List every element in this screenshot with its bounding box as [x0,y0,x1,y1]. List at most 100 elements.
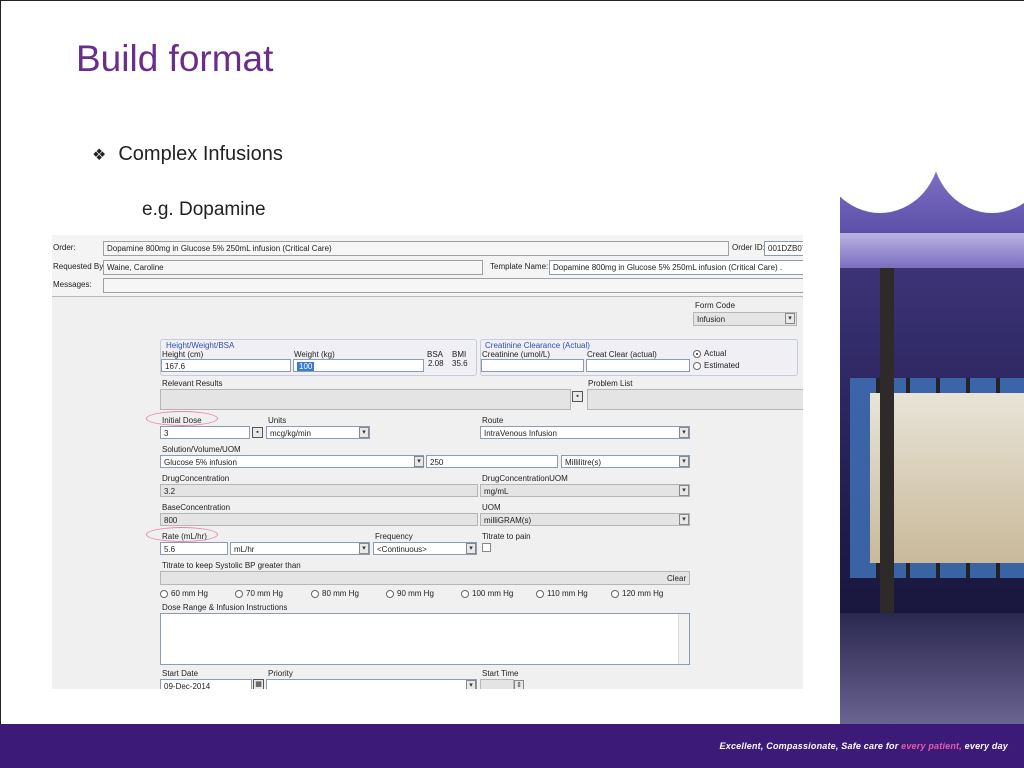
order-form-screenshot: Order: Dopamine 800mg in Glucose 5% 250m… [52,235,803,689]
footer-tagline: Excellent, Compassionate, Safe care for … [719,741,1008,751]
chevron-down-icon[interactable]: ▾ [785,313,795,324]
route-select[interactable]: IntraVenous Infusion [480,426,690,439]
messages-field[interactable] [103,278,803,293]
start-time-label: Start Time [482,669,519,678]
route-label: Route [482,416,504,425]
bmi-label: BMI [452,350,467,359]
units-label: Units [268,416,287,425]
requested-by-label: Requested By: [53,262,106,271]
chevron-down-icon[interactable]: ▾ [359,543,369,554]
priority-select[interactable] [266,679,477,689]
bp-option-radio[interactable]: 80 mm Hg [311,589,359,598]
height-label: Height (cm) [162,350,204,359]
frequency-select[interactable]: <Continuous> [373,542,477,555]
template-name-label: Template Name: [490,262,549,271]
chevron-down-icon[interactable]: ▾ [466,680,476,689]
start-date-input[interactable]: 09-Dec-2014 [160,679,252,689]
height-input[interactable]: 167.6 [161,359,291,372]
rate-unit-select[interactable]: mL/hr [230,542,370,555]
chevron-down-icon[interactable]: ▾ [359,427,369,438]
creatinine-label: Creatinine (umol/L) [482,350,551,359]
titrate-pain-checkbox[interactable] [482,543,491,552]
slide-title: Build format [76,38,274,79]
bsa-label: BSA [427,350,444,359]
bp-option-radio[interactable]: 90 mm Hg [386,589,434,598]
bp-option-radio[interactable]: 70 mm Hg [235,589,283,598]
highlight-circle-initial-dose [146,411,218,426]
drug-concentration-label: DrugConcentration [162,474,230,483]
lookup-icon[interactable]: ▪ [572,391,583,402]
start-time-input[interactable] [480,679,514,689]
volume-uom-select[interactable]: Millilitre(s) [561,455,690,468]
weight-input[interactable]: 100 [293,359,424,372]
priority-label: Priority [268,669,293,678]
volume-input[interactable]: 250 [426,455,558,468]
dose-range-textarea[interactable] [160,613,690,665]
weight-label: Weight (kg) [294,350,335,359]
titrate-pain-label: Titrate to pain [482,532,531,541]
actual-radio[interactable]: Actual [693,349,726,358]
order-id-field[interactable]: 001DZB07 [764,241,803,256]
frequency-label: Frequency [375,532,413,541]
bullet-item: ❖ Complex Infusions [92,143,283,166]
clear-button[interactable]: Clear [667,574,686,583]
highlight-circle-rate [146,527,218,542]
footer-bar: Excellent, Compassionate, Safe care for … [0,724,1024,768]
bp-option-radio[interactable]: 100 mm Hg [461,589,513,598]
creat-clear-label: Creat Clear (actual) [587,350,657,359]
problem-list-field[interactable] [587,389,803,410]
calendar-icon[interactable]: ▦ [253,679,264,689]
chevron-down-icon[interactable]: ▾ [466,543,476,554]
diamond-bullet-icon: ❖ [92,146,107,164]
solution-select[interactable]: Glucose 5% infusion [160,455,424,468]
solution-label: Solution/Volume/UOM [162,445,241,454]
drug-concentration-uom-field: mg/mL [480,484,690,497]
dose-range-label: Dose Range & Infusion Instructions [162,603,288,612]
bsa-value: 2.08 [428,359,444,368]
chevron-down-icon: ▾ [679,514,689,525]
messages-label: Messages: [53,280,92,289]
estimated-radio[interactable]: Estimated [693,361,740,370]
order-field[interactable]: Dopamine 800mg in Glucose 5% 250mL infus… [103,241,729,256]
titrate-bp-field [160,571,690,585]
drug-concentration-field: 3.2 [160,484,478,497]
requested-by-field[interactable]: Waine, Caroline [103,260,483,275]
order-header: Order: Dopamine 800mg in Glucose 5% 250m… [52,235,803,297]
time-spinner-icon[interactable]: ⇕ [514,680,524,689]
form-code-select[interactable]: Infusion [693,312,797,326]
cc-title: Creatinine Clearance (Actual) [485,341,590,350]
dose-lookup-icon[interactable]: ▪ [252,427,263,438]
base-concentration-label: BaseConcentration [162,503,231,512]
chevron-down-icon[interactable]: ▾ [414,456,424,467]
bp-option-radio[interactable]: 120 mm Hg [611,589,663,598]
textarea-scrollbar[interactable] [678,614,689,664]
hospital-entrance-photo [840,143,1024,724]
form-code-label: Form Code [695,301,736,310]
titrate-bp-label: Titrate to keep Systolic BP greater than [162,561,301,570]
bullet-text: Complex Infusions [118,143,283,165]
problem-list-label: Problem List [588,379,633,388]
order-label: Order: [53,243,76,252]
example-text: e.g. Dopamine [142,199,266,220]
bp-option-radio[interactable]: 110 mm Hg [536,589,588,598]
template-name-field[interactable]: Dopamine 800mg in Glucose 5% 250mL infus… [549,260,803,275]
uom-label: UOM [482,503,501,512]
units-select[interactable]: mcg/kg/min [266,426,370,439]
chevron-down-icon: ▾ [679,485,689,496]
relevant-results-label: Relevant Results [162,379,223,388]
uom-field: milliGRAM(s) [480,513,690,526]
drug-concentration-uom-label: DrugConcentrationUOM [482,474,568,483]
initial-dose-input[interactable]: 3 [160,426,250,439]
chevron-down-icon[interactable]: ▾ [679,427,689,438]
bp-option-radio[interactable]: 60 mm Hg [160,589,208,598]
base-concentration-field: 800 [160,513,478,526]
relevant-results-field[interactable] [160,389,571,410]
order-id-label: Order ID: [732,243,765,252]
hwb-title: Height/Weight/BSA [166,341,235,350]
creat-clear-input[interactable] [586,359,690,372]
rate-input[interactable]: 5.6 [160,542,228,555]
chevron-down-icon[interactable]: ▾ [679,456,689,467]
creatinine-input[interactable] [481,359,584,372]
bmi-value: 35.6 [452,359,468,368]
start-date-label: Start Date [162,669,199,678]
